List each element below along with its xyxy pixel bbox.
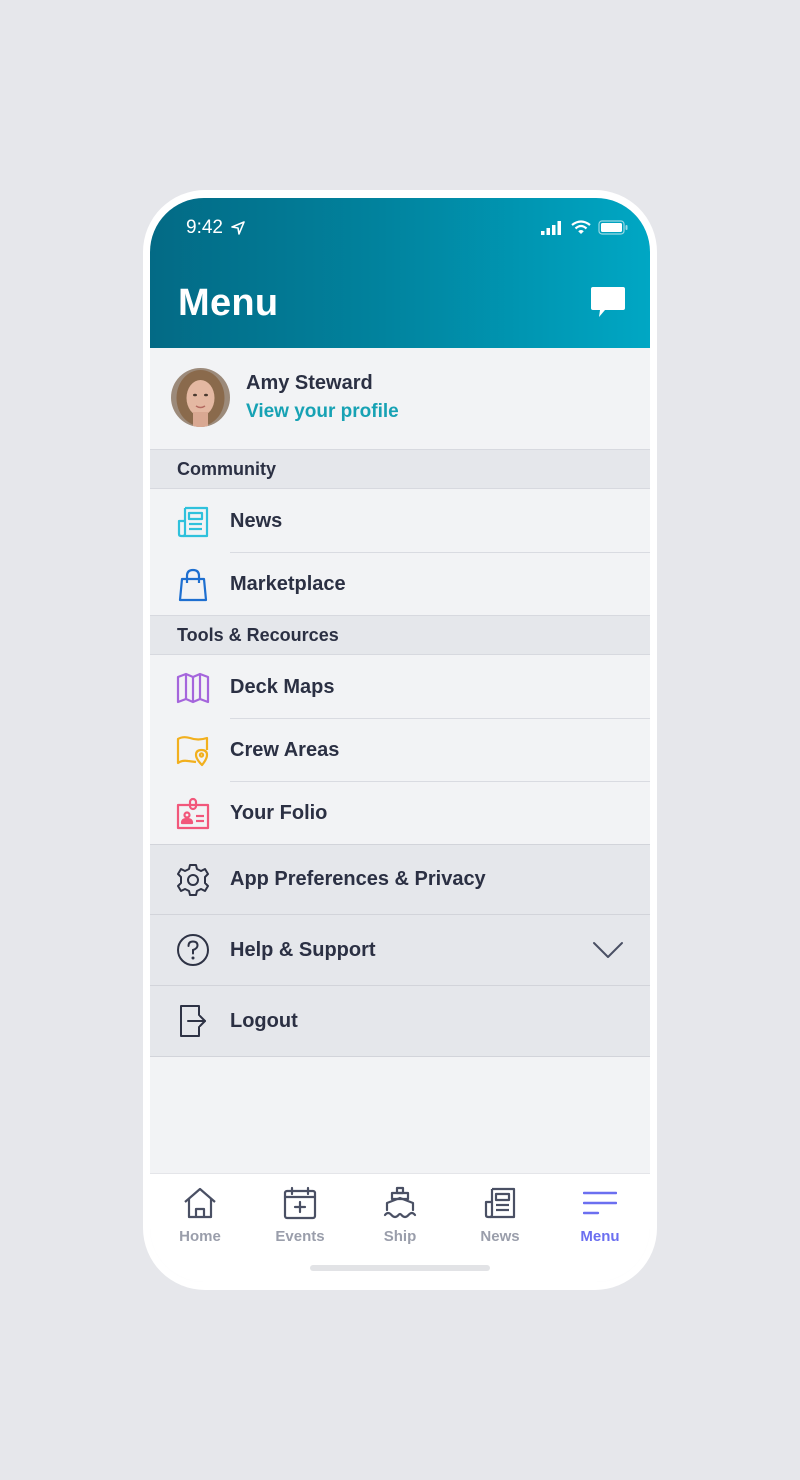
menu-item-label: Deck Maps bbox=[230, 676, 335, 698]
menu-item-label: Marketplace bbox=[230, 573, 346, 595]
header: 9:42 Menu bbox=[150, 198, 650, 348]
wifi-icon bbox=[571, 220, 591, 234]
avatar bbox=[171, 368, 230, 427]
location-arrow-icon bbox=[231, 221, 245, 235]
profile-name: Amy Steward bbox=[246, 372, 373, 394]
status-icons bbox=[540, 220, 628, 235]
menu-item-logout[interactable]: Logout bbox=[150, 986, 650, 1057]
tab-ship[interactable]: Ship bbox=[350, 1174, 450, 1254]
tab-label: Ship bbox=[383, 1228, 417, 1245]
section-header-tools: Tools & Recources bbox=[150, 615, 650, 655]
view-profile-link[interactable]: View your profile bbox=[246, 401, 399, 423]
menu-item-news[interactable]: News bbox=[150, 490, 650, 553]
menu-item-label: Help & Support bbox=[230, 938, 376, 961]
menu-item-your-folio[interactable]: Your Folio bbox=[150, 782, 650, 845]
tab-label: Home bbox=[179, 1228, 221, 1245]
page-title: Menu bbox=[178, 282, 279, 324]
tab-home[interactable]: Home bbox=[150, 1174, 250, 1254]
menu-item-label: Your Folio bbox=[230, 802, 328, 824]
menu-item-crew-areas[interactable]: Crew Areas bbox=[150, 719, 650, 782]
ship-icon bbox=[383, 1186, 417, 1219]
tab-menu[interactable]: Menu bbox=[550, 1174, 650, 1254]
section-header-community: Community bbox=[150, 449, 650, 489]
cellular-signal-icon bbox=[541, 220, 561, 235]
gear-icon bbox=[177, 863, 209, 896]
shopping-bag-icon bbox=[178, 568, 208, 601]
tab-label: News bbox=[480, 1228, 520, 1245]
question-circle-icon bbox=[177, 934, 209, 966]
menu-item-app-preferences[interactable]: App Preferences & Privacy bbox=[150, 844, 650, 915]
menu-item-deck-maps[interactable]: Deck Maps bbox=[150, 656, 650, 719]
home-icon bbox=[184, 1187, 216, 1219]
id-badge-icon bbox=[176, 797, 210, 829]
profile-row[interactable]: Amy Steward View your profile bbox=[150, 348, 650, 450]
app-screen: 9:42 Menu Amy Steward View your profile … bbox=[150, 198, 650, 1282]
map-icon bbox=[176, 672, 210, 703]
status-bar-time: 9:42 bbox=[186, 217, 245, 239]
menu-item-help-support[interactable]: Help & Support bbox=[150, 915, 650, 986]
calendar-add-icon bbox=[283, 1186, 317, 1220]
menu-item-label: Crew Areas bbox=[230, 739, 340, 761]
tab-label: Events bbox=[275, 1228, 325, 1245]
chat-button[interactable] bbox=[590, 286, 626, 320]
newspaper-icon bbox=[177, 506, 209, 537]
home-indicator[interactable] bbox=[310, 1265, 490, 1271]
newspaper-icon bbox=[484, 1187, 516, 1219]
tab-bar: Home Events Ship News Menu bbox=[150, 1173, 650, 1282]
hamburger-menu-icon bbox=[583, 1191, 617, 1215]
tab-news[interactable]: News bbox=[450, 1174, 550, 1254]
menu-item-label: Logout bbox=[230, 1009, 298, 1032]
menu-item-marketplace[interactable]: Marketplace bbox=[150, 553, 650, 616]
logout-icon bbox=[180, 1005, 206, 1037]
clock: 9:42 bbox=[186, 217, 223, 238]
battery-icon bbox=[598, 220, 628, 235]
chat-bubble-icon bbox=[591, 287, 625, 317]
menu-item-label: App Preferences & Privacy bbox=[230, 868, 486, 890]
chevron-down-icon[interactable] bbox=[592, 940, 624, 960]
tab-events[interactable]: Events bbox=[250, 1174, 350, 1254]
map-pin-icon bbox=[176, 735, 209, 766]
tab-label: Menu bbox=[580, 1228, 620, 1245]
menu-item-label: News bbox=[230, 510, 283, 532]
